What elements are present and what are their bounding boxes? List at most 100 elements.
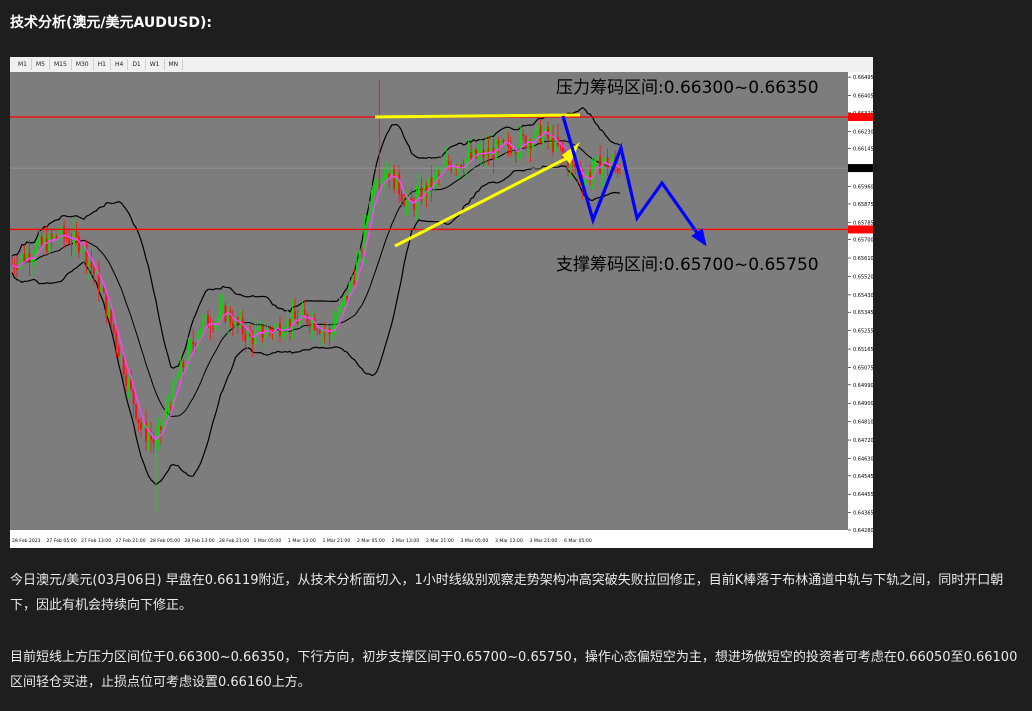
candle-body bbox=[177, 376, 180, 380]
x-tick-label: 3 Mar 05:00 bbox=[461, 538, 489, 544]
candle-body bbox=[120, 355, 123, 358]
candle-body bbox=[360, 250, 363, 253]
candle-body bbox=[306, 314, 309, 324]
candle-body bbox=[373, 186, 376, 191]
candle-body bbox=[435, 173, 438, 176]
candle-body bbox=[378, 185, 381, 187]
candle-body bbox=[95, 270, 98, 274]
timeframe-button-w1[interactable]: W1 bbox=[146, 59, 165, 70]
candle-body bbox=[502, 140, 505, 142]
candle-body bbox=[497, 140, 500, 144]
y-tick-label: 0.64900 bbox=[853, 401, 873, 407]
y-tick-label: 0.64365 bbox=[853, 511, 873, 517]
candle-body bbox=[92, 268, 95, 274]
x-tick-label: 1 Mar 13:00 bbox=[288, 538, 316, 544]
timeframe-toolbar: M1 M5 M15 M30 H1 H4 D1 W1 MN bbox=[10, 57, 873, 73]
timeframe-button-m5[interactable]: M5 bbox=[32, 59, 50, 70]
y-tick-label: 0.64280 bbox=[853, 528, 873, 534]
candle-body bbox=[102, 287, 105, 293]
resistance-price-marker bbox=[848, 112, 873, 121]
y-tick-label: 0.65430 bbox=[853, 293, 873, 299]
candle-body bbox=[370, 190, 373, 213]
resistance-annotation: 压力筹码区间:0.66300~0.66350 bbox=[556, 78, 819, 98]
y-tick-label: 0.66405 bbox=[853, 94, 873, 100]
candle-body bbox=[20, 254, 23, 262]
chart-plot-area: 0.664950.664050.663200.662300.661450.660… bbox=[10, 72, 873, 548]
candle-body bbox=[358, 250, 361, 263]
x-tick-label: 3 Mar 13:00 bbox=[495, 538, 523, 544]
candle-body bbox=[522, 134, 525, 137]
timeframe-button-m15[interactable]: M15 bbox=[50, 59, 72, 70]
candle-body bbox=[283, 331, 286, 335]
timeframe-button-h1[interactable]: H1 bbox=[94, 59, 111, 70]
candle-body bbox=[341, 301, 344, 307]
candle-body bbox=[209, 327, 212, 329]
candle-body bbox=[112, 324, 115, 334]
candle-body bbox=[204, 314, 207, 320]
candle-body bbox=[551, 135, 554, 152]
x-tick-label: 1 Mar 21:00 bbox=[323, 538, 351, 544]
y-tick-label: 0.65075 bbox=[853, 365, 873, 371]
x-tick-label: 2 Mar 05:00 bbox=[357, 538, 385, 544]
y-tick-label: 0.64990 bbox=[853, 383, 873, 389]
candle-body bbox=[125, 374, 128, 386]
candle-body bbox=[221, 305, 224, 308]
x-tick-label: 28 Feb 05:00 bbox=[150, 538, 180, 544]
candle-body bbox=[256, 327, 259, 331]
candle-body bbox=[445, 160, 448, 166]
y-tick-label: 0.65255 bbox=[853, 329, 873, 335]
candle-body bbox=[383, 178, 386, 180]
y-tick-label: 0.65875 bbox=[853, 202, 873, 208]
candle-body bbox=[214, 321, 217, 330]
candle-body bbox=[437, 173, 440, 175]
yellow-top-line bbox=[374, 113, 581, 119]
candle-body bbox=[189, 341, 192, 346]
y-tick-label: 0.65165 bbox=[853, 347, 873, 353]
y-tick-label: 0.64810 bbox=[853, 420, 873, 426]
candle-body bbox=[75, 231, 78, 237]
candle-body bbox=[135, 404, 138, 419]
candle-body bbox=[375, 185, 378, 187]
candle-body bbox=[40, 236, 43, 245]
candle-body bbox=[398, 173, 401, 195]
timeframe-button-h4[interactable]: H4 bbox=[111, 59, 129, 70]
candle-body bbox=[53, 236, 56, 239]
candle-body bbox=[276, 323, 279, 327]
candle-body bbox=[149, 435, 152, 440]
candle-body bbox=[353, 280, 356, 284]
timeframe-button-mn[interactable]: MN bbox=[165, 59, 184, 70]
candle-body bbox=[152, 439, 155, 444]
x-tick-label: 27 Feb 05:00 bbox=[47, 538, 77, 544]
candle-body bbox=[308, 323, 311, 327]
y-tick-label: 0.64720 bbox=[853, 438, 873, 444]
candle-body bbox=[68, 238, 71, 245]
candle-body bbox=[115, 333, 118, 347]
candle-body bbox=[174, 379, 177, 381]
candle-body bbox=[417, 187, 420, 194]
candle-body bbox=[480, 149, 483, 154]
candle-body bbox=[393, 167, 396, 190]
support-price-marker bbox=[848, 225, 873, 234]
candle-body bbox=[23, 254, 26, 262]
x-tick-label: 27 Feb 21:00 bbox=[116, 538, 146, 544]
y-tick-label: 0.65700 bbox=[853, 238, 873, 244]
support-annotation: 支撑筹码区间:0.65700~0.65750 bbox=[556, 255, 819, 275]
candle-body bbox=[532, 140, 535, 149]
candle-body bbox=[30, 258, 33, 262]
timeframe-button-m30[interactable]: M30 bbox=[72, 59, 94, 70]
candle-body bbox=[512, 152, 515, 154]
analysis-paragraph-1: 今日澳元/美元(03月06日) 早盘在0.66119附近，从技术分析面切入，1小… bbox=[10, 573, 1004, 613]
y-tick-label: 0.64545 bbox=[853, 474, 873, 480]
candle-body bbox=[269, 328, 272, 331]
candle-body bbox=[38, 236, 41, 245]
candle-body bbox=[259, 325, 262, 328]
candle-body bbox=[216, 317, 219, 322]
candle-body bbox=[254, 330, 257, 345]
candle-body bbox=[202, 319, 205, 329]
timeframe-button-d1[interactable]: D1 bbox=[128, 59, 146, 70]
candle-body bbox=[212, 328, 215, 330]
candle-body bbox=[110, 309, 113, 325]
candle-body bbox=[137, 418, 140, 424]
timeframe-button-m1[interactable]: M1 bbox=[14, 59, 32, 70]
candle-body bbox=[430, 177, 433, 188]
